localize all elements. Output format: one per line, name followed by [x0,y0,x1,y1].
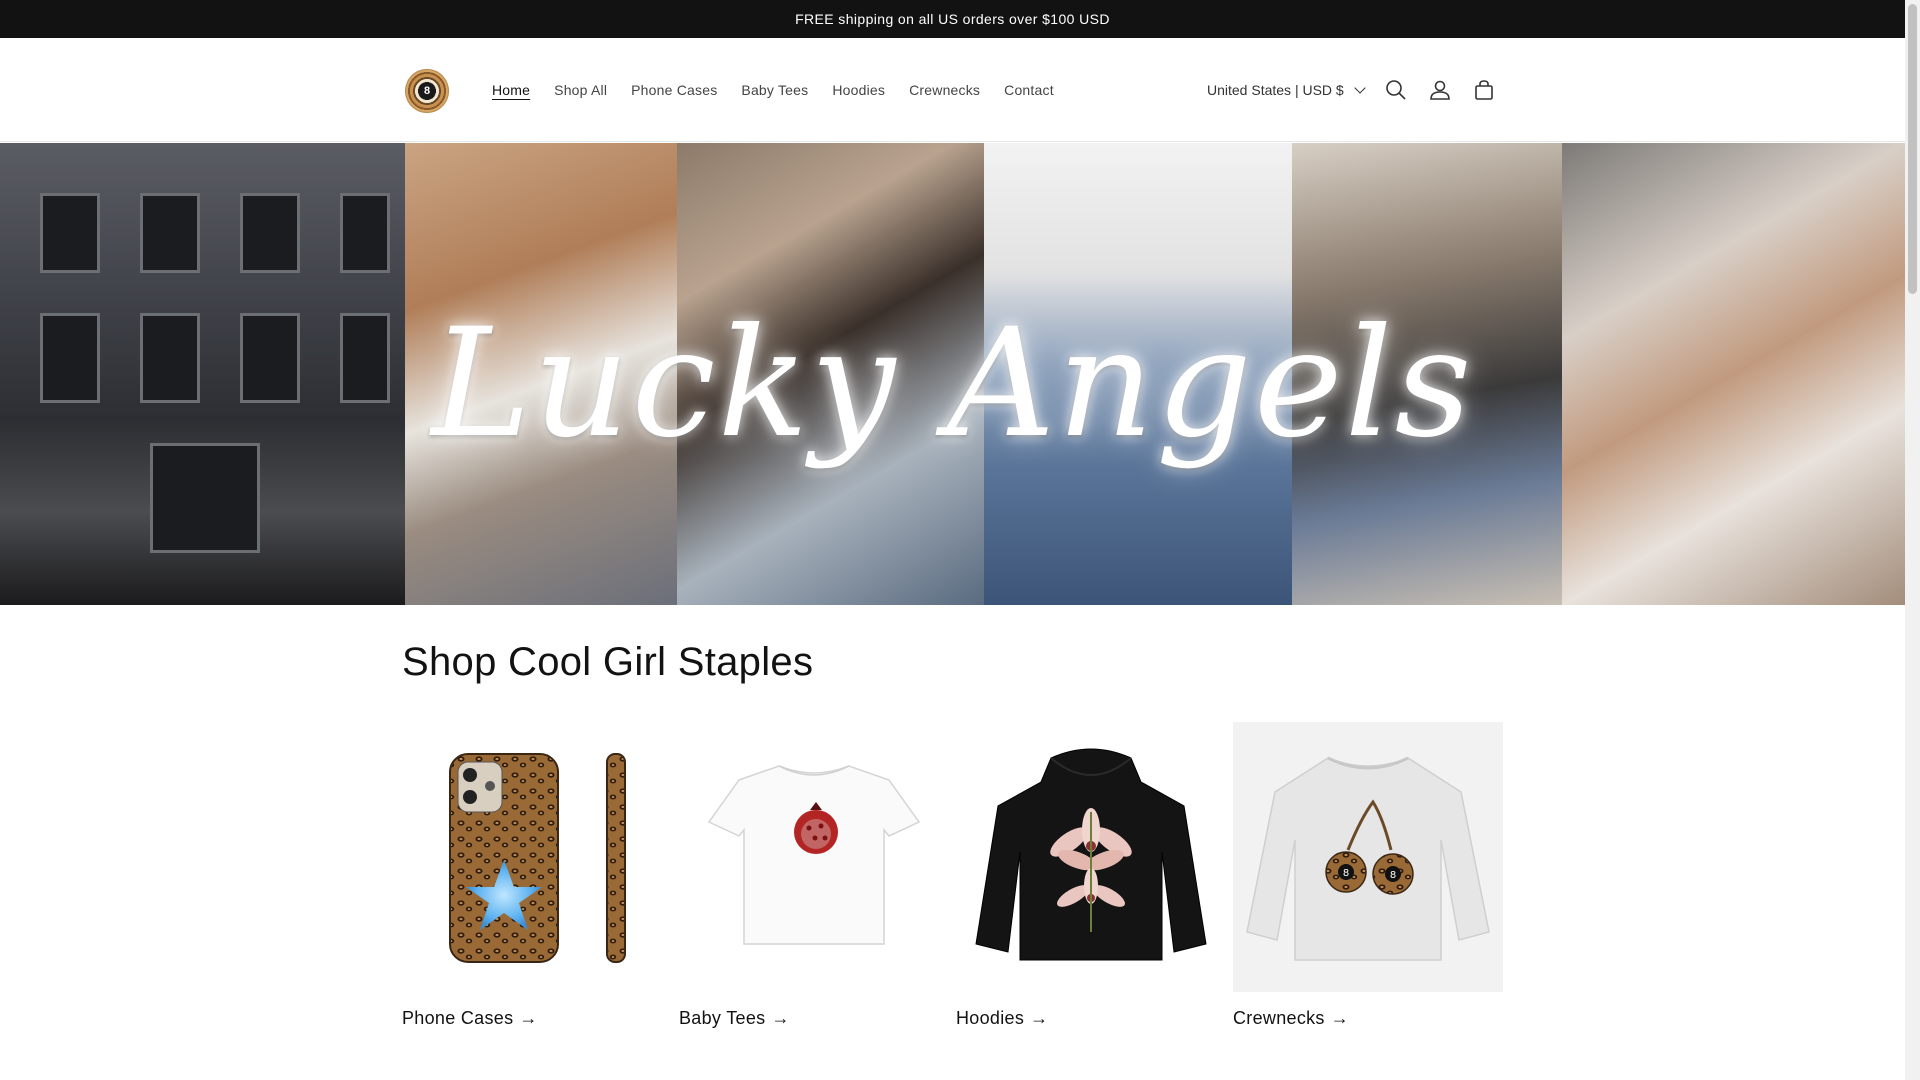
arrow-right-icon: → [771,1008,790,1028]
country-currency-selector[interactable]: United States | USD $ [1207,38,1366,142]
locale-label: United States | USD $ [1207,82,1344,98]
nav-hoodies[interactable]: Hoodies [820,82,897,98]
section-title: Shop Cool Girl Staples [402,640,814,684]
nav-shop-all[interactable]: Shop All [542,82,619,98]
collection-label[interactable]: Hoodies → [956,1008,1048,1029]
collection-label[interactable]: Crewnecks → [1233,1008,1349,1029]
arrow-right-icon: → [1030,1008,1049,1028]
svg-text:8: 8 [1343,868,1349,879]
crewneck-image[interactable]: 8 8 [1233,722,1503,992]
logo-number: 8 [423,85,431,97]
site-header: 8 Home Shop All Phone Cases Baby Tees Ho… [0,38,1905,142]
announcement-text: FREE shipping on all US orders over $100… [795,11,1110,27]
cart-icon[interactable] [1470,76,1498,104]
collection-card-baby-tees[interactable]: Baby Tees → [679,722,949,1042]
scrollbar-thumb[interactable] [1908,4,1917,294]
nav-contact[interactable]: Contact [992,82,1066,98]
nav-home[interactable]: Home [480,82,542,98]
collection-card-crewnecks[interactable]: 8 8 Crewnecks → [1233,722,1503,1042]
collection-label[interactable]: Baby Tees → [679,1008,790,1029]
main-nav: Home Shop All Phone Cases Baby Tees Hood… [480,38,1066,142]
chevron-down-icon [1354,82,1366,94]
announcement-bar: FREE shipping on all US orders over $100… [0,0,1905,38]
collection-list: Phone Cases → Baby Tees → Hoodies → 8 8 … [402,722,1503,1042]
svg-text:8: 8 [1390,870,1396,881]
collection-card-hoodies[interactable]: Hoodies → [956,722,1226,1042]
account-icon[interactable] [1426,76,1454,104]
search-icon[interactable] [1382,76,1410,104]
baby-tee-image[interactable] [679,722,949,992]
collection-card-phone-cases[interactable]: Phone Cases → [402,722,672,1042]
arrow-right-icon: → [1330,1008,1350,1028]
arrow-right-icon: → [519,1008,538,1028]
phone-case-image[interactable] [402,722,672,992]
collection-label[interactable]: Phone Cases → [402,1008,538,1029]
hero-title: Lucky Angels [431,297,1474,471]
nav-baby-tees[interactable]: Baby Tees [729,82,820,98]
logo[interactable]: 8 [405,69,449,113]
hoodie-image[interactable] [956,722,1226,992]
hero-banner: Lucky Angels [0,143,1905,605]
nav-crewnecks[interactable]: Crewnecks [897,82,992,98]
nav-phone-cases[interactable]: Phone Cases [619,82,729,98]
